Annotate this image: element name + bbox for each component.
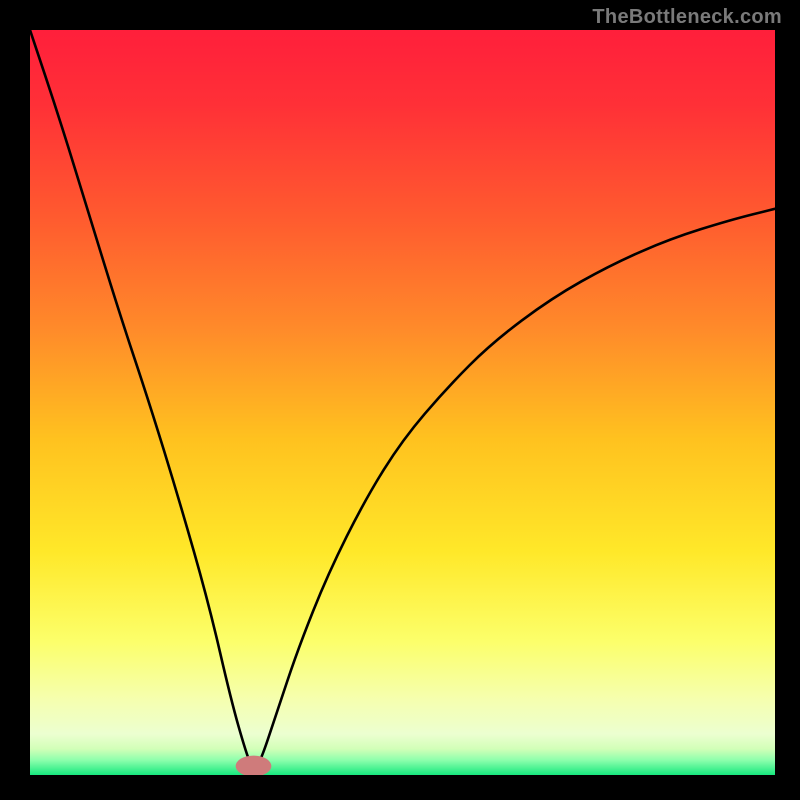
chart-stage: TheBottleneck.com bbox=[0, 0, 800, 800]
bottleneck-curve bbox=[30, 30, 775, 768]
plot-area bbox=[30, 30, 775, 775]
curve-layer bbox=[30, 30, 775, 775]
watermark-text: TheBottleneck.com bbox=[592, 6, 782, 29]
minimum-marker bbox=[236, 756, 272, 775]
